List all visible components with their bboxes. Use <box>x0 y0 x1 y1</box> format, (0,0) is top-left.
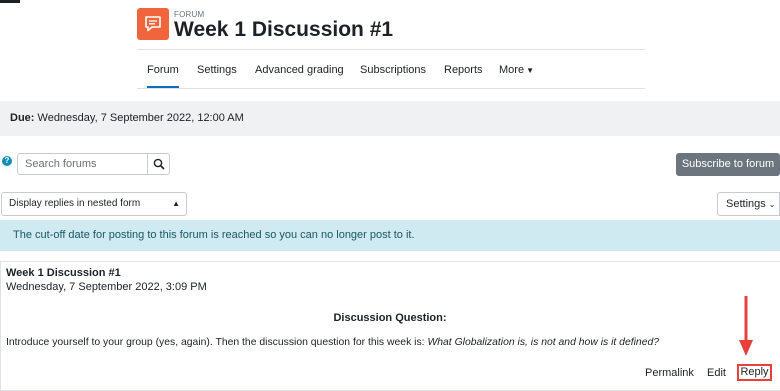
chevron-down-icon: ▼ <box>526 66 534 75</box>
display-mode-value: Display replies in nested form <box>9 198 141 209</box>
forum-icon <box>137 8 169 40</box>
search-input[interactable] <box>25 155 145 173</box>
tab-label: Subscriptions <box>360 64 427 76</box>
permalink-link[interactable]: Permalink <box>645 367 694 379</box>
search-icon <box>153 158 165 170</box>
secondary-navigation: Forum Settings Advanced grading Subscrip… <box>137 54 645 89</box>
chevron-down-icon: ⌄ <box>768 200 776 209</box>
cutoff-notice: The cut-off date for posting to this for… <box>0 220 780 251</box>
post-body-text: Introduce yourself to your group (yes, a… <box>6 337 428 348</box>
settings-label: Settings <box>726 198 766 210</box>
tab-label: More <box>499 64 525 76</box>
due-value: Wednesday, 7 September 2022, 12:00 AM <box>37 112 244 124</box>
tab-label: Reports <box>444 64 483 76</box>
due-date-panel: Due: Wednesday, 7 September 2022, 12:00 … <box>0 101 780 136</box>
divider <box>137 49 645 50</box>
help-icon[interactable]: ? <box>2 156 12 166</box>
due-date: Due: Wednesday, 7 September 2022, 12:00 … <box>10 112 244 124</box>
select-caret-icon: ▲ <box>172 199 180 208</box>
post-body-question: What Globalization is, is not and how is… <box>427 337 660 348</box>
post-body: Introduce yourself to your group (yes, a… <box>6 337 659 348</box>
tab-advanced-grading[interactable]: Advanced grading <box>255 54 344 86</box>
post-date: Wednesday, 7 September 2022, 3:09 PM <box>6 281 207 293</box>
tab-more[interactable]: More ▼ <box>499 54 534 86</box>
tab-settings[interactable]: Settings <box>197 54 237 86</box>
tab-forum[interactable]: Forum <box>147 54 179 88</box>
reply-link[interactable]: Reply <box>737 364 772 381</box>
search-field[interactable] <box>17 153 148 175</box>
tab-reports[interactable]: Reports <box>444 54 483 86</box>
search-button[interactable] <box>147 153 170 175</box>
settings-dropdown-button[interactable]: Settings ⌄ <box>717 192 780 216</box>
top-edge-strip <box>0 0 20 3</box>
subscribe-button[interactable]: Subscribe to forum <box>676 153 780 176</box>
annotation-arrow-icon <box>739 296 753 356</box>
tab-subscriptions[interactable]: Subscriptions <box>360 54 426 86</box>
tab-label: Settings <box>197 64 237 76</box>
display-mode-select[interactable]: Display replies in nested form ▲ <box>1 192 187 216</box>
post-heading: Discussion Question: <box>333 312 447 324</box>
tab-label: Advanced grading <box>255 64 344 76</box>
page-title: Week 1 Discussion #1 <box>174 18 394 41</box>
due-label: Due: <box>10 112 35 124</box>
tab-label: Forum <box>147 64 179 76</box>
edit-link[interactable]: Edit <box>707 367 726 379</box>
post-title: Week 1 Discussion #1 <box>6 267 121 279</box>
